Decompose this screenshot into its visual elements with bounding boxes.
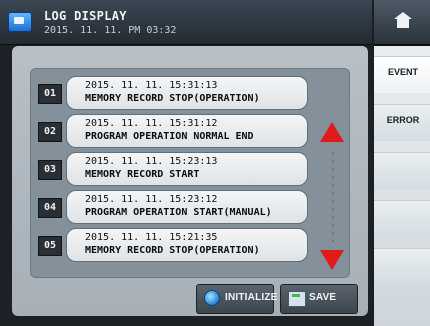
initialize-label: INITIALIZE [225, 292, 278, 303]
save-label: SAVE [309, 292, 337, 303]
arrow-down-icon [320, 250, 344, 270]
tab-event-label: EVENT [387, 67, 418, 77]
list-item[interactable]: 05 2015. 11. 11. 15:21:35 MEMORY RECORD … [38, 228, 308, 262]
record-datetime: 2015. 11. 11. 15:23:12 [85, 194, 218, 205]
record-number: 02 [38, 122, 62, 142]
list-item[interactable]: 03 2015. 11. 11. 15:23:13 MEMORY RECORD … [38, 152, 308, 186]
home-button[interactable] [374, 0, 430, 46]
record-message: PROGRAM OPERATION START(MANUAL) [85, 207, 272, 218]
record-card[interactable]: 2015. 11. 11. 15:31:13 MEMORY RECORD STO… [66, 76, 308, 110]
tab-error-label: ERROR [386, 115, 420, 125]
record-card[interactable]: 2015. 11. 11. 15:23:13 MEMORY RECORD STA… [66, 152, 308, 186]
save-button[interactable]: SAVE [280, 284, 358, 314]
content-area: 01 2015. 11. 11. 15:31:13 MEMORY RECORD … [12, 46, 368, 316]
record-card[interactable]: 2015. 11. 11. 15:21:35 MEMORY RECORD STO… [66, 228, 308, 262]
record-card[interactable]: 2015. 11. 11. 15:31:12 PROGRAM OPERATION… [66, 114, 308, 148]
header-timestamp: 2015. 11. 11. PM 03:32 [44, 25, 177, 36]
home-base [397, 19, 409, 28]
list-item[interactable]: 01 2015. 11. 11. 15:31:13 MEMORY RECORD … [38, 76, 308, 110]
record-number: 01 [38, 84, 62, 104]
list-item[interactable]: 02 2015. 11. 11. 15:31:12 PROGRAM OPERAT… [38, 114, 308, 148]
page-title: LOG DISPLAY [44, 9, 127, 23]
scroll-track [332, 152, 334, 242]
record-message: MEMORY RECORD STOP(OPERATION) [85, 245, 260, 256]
scroll-up-button[interactable] [316, 120, 348, 148]
record-datetime: 2015. 11. 11. 15:31:13 [85, 80, 218, 91]
record-number: 04 [38, 198, 62, 218]
initialize-icon [204, 290, 220, 306]
record-number: 03 [38, 160, 62, 180]
initialize-button[interactable]: INITIALIZE [196, 284, 277, 314]
log-display-screen: LOG DISPLAY 2015. 11. 11. PM 03:32 01 20… [0, 0, 430, 326]
side-tabs: EVENT ERROR [372, 0, 430, 326]
list-item[interactable]: 04 2015. 11. 11. 15:23:12 PROGRAM OPERAT… [38, 190, 308, 224]
tab-blank-3[interactable] [374, 248, 430, 285]
record-datetime: 2015. 11. 11. 15:21:35 [85, 232, 218, 243]
save-icon [288, 291, 306, 307]
log-display-icon [8, 12, 32, 32]
record-message: MEMORY RECORD START [85, 169, 200, 180]
record-datetime: 2015. 11. 11. 15:31:12 [85, 118, 218, 129]
tab-event[interactable]: EVENT [374, 56, 430, 93]
home-roof [394, 12, 412, 19]
header-bar: LOG DISPLAY 2015. 11. 11. PM 03:32 [0, 0, 372, 45]
record-datetime: 2015. 11. 11. 15:23:13 [85, 156, 218, 167]
tab-blank-1[interactable] [374, 152, 430, 189]
tab-error[interactable]: ERROR [374, 104, 430, 141]
scroll-down-button[interactable] [316, 248, 348, 276]
record-card[interactable]: 2015. 11. 11. 15:23:12 PROGRAM OPERATION… [66, 190, 308, 224]
record-message: MEMORY RECORD STOP(OPERATION) [85, 93, 260, 104]
record-number: 05 [38, 236, 62, 256]
home-icon [394, 12, 412, 28]
arrow-up-icon [320, 122, 344, 142]
tab-blank-2[interactable] [374, 200, 430, 237]
record-message: PROGRAM OPERATION NORMAL END [85, 131, 254, 142]
log-list-panel: 01 2015. 11. 11. 15:31:13 MEMORY RECORD … [30, 68, 350, 278]
